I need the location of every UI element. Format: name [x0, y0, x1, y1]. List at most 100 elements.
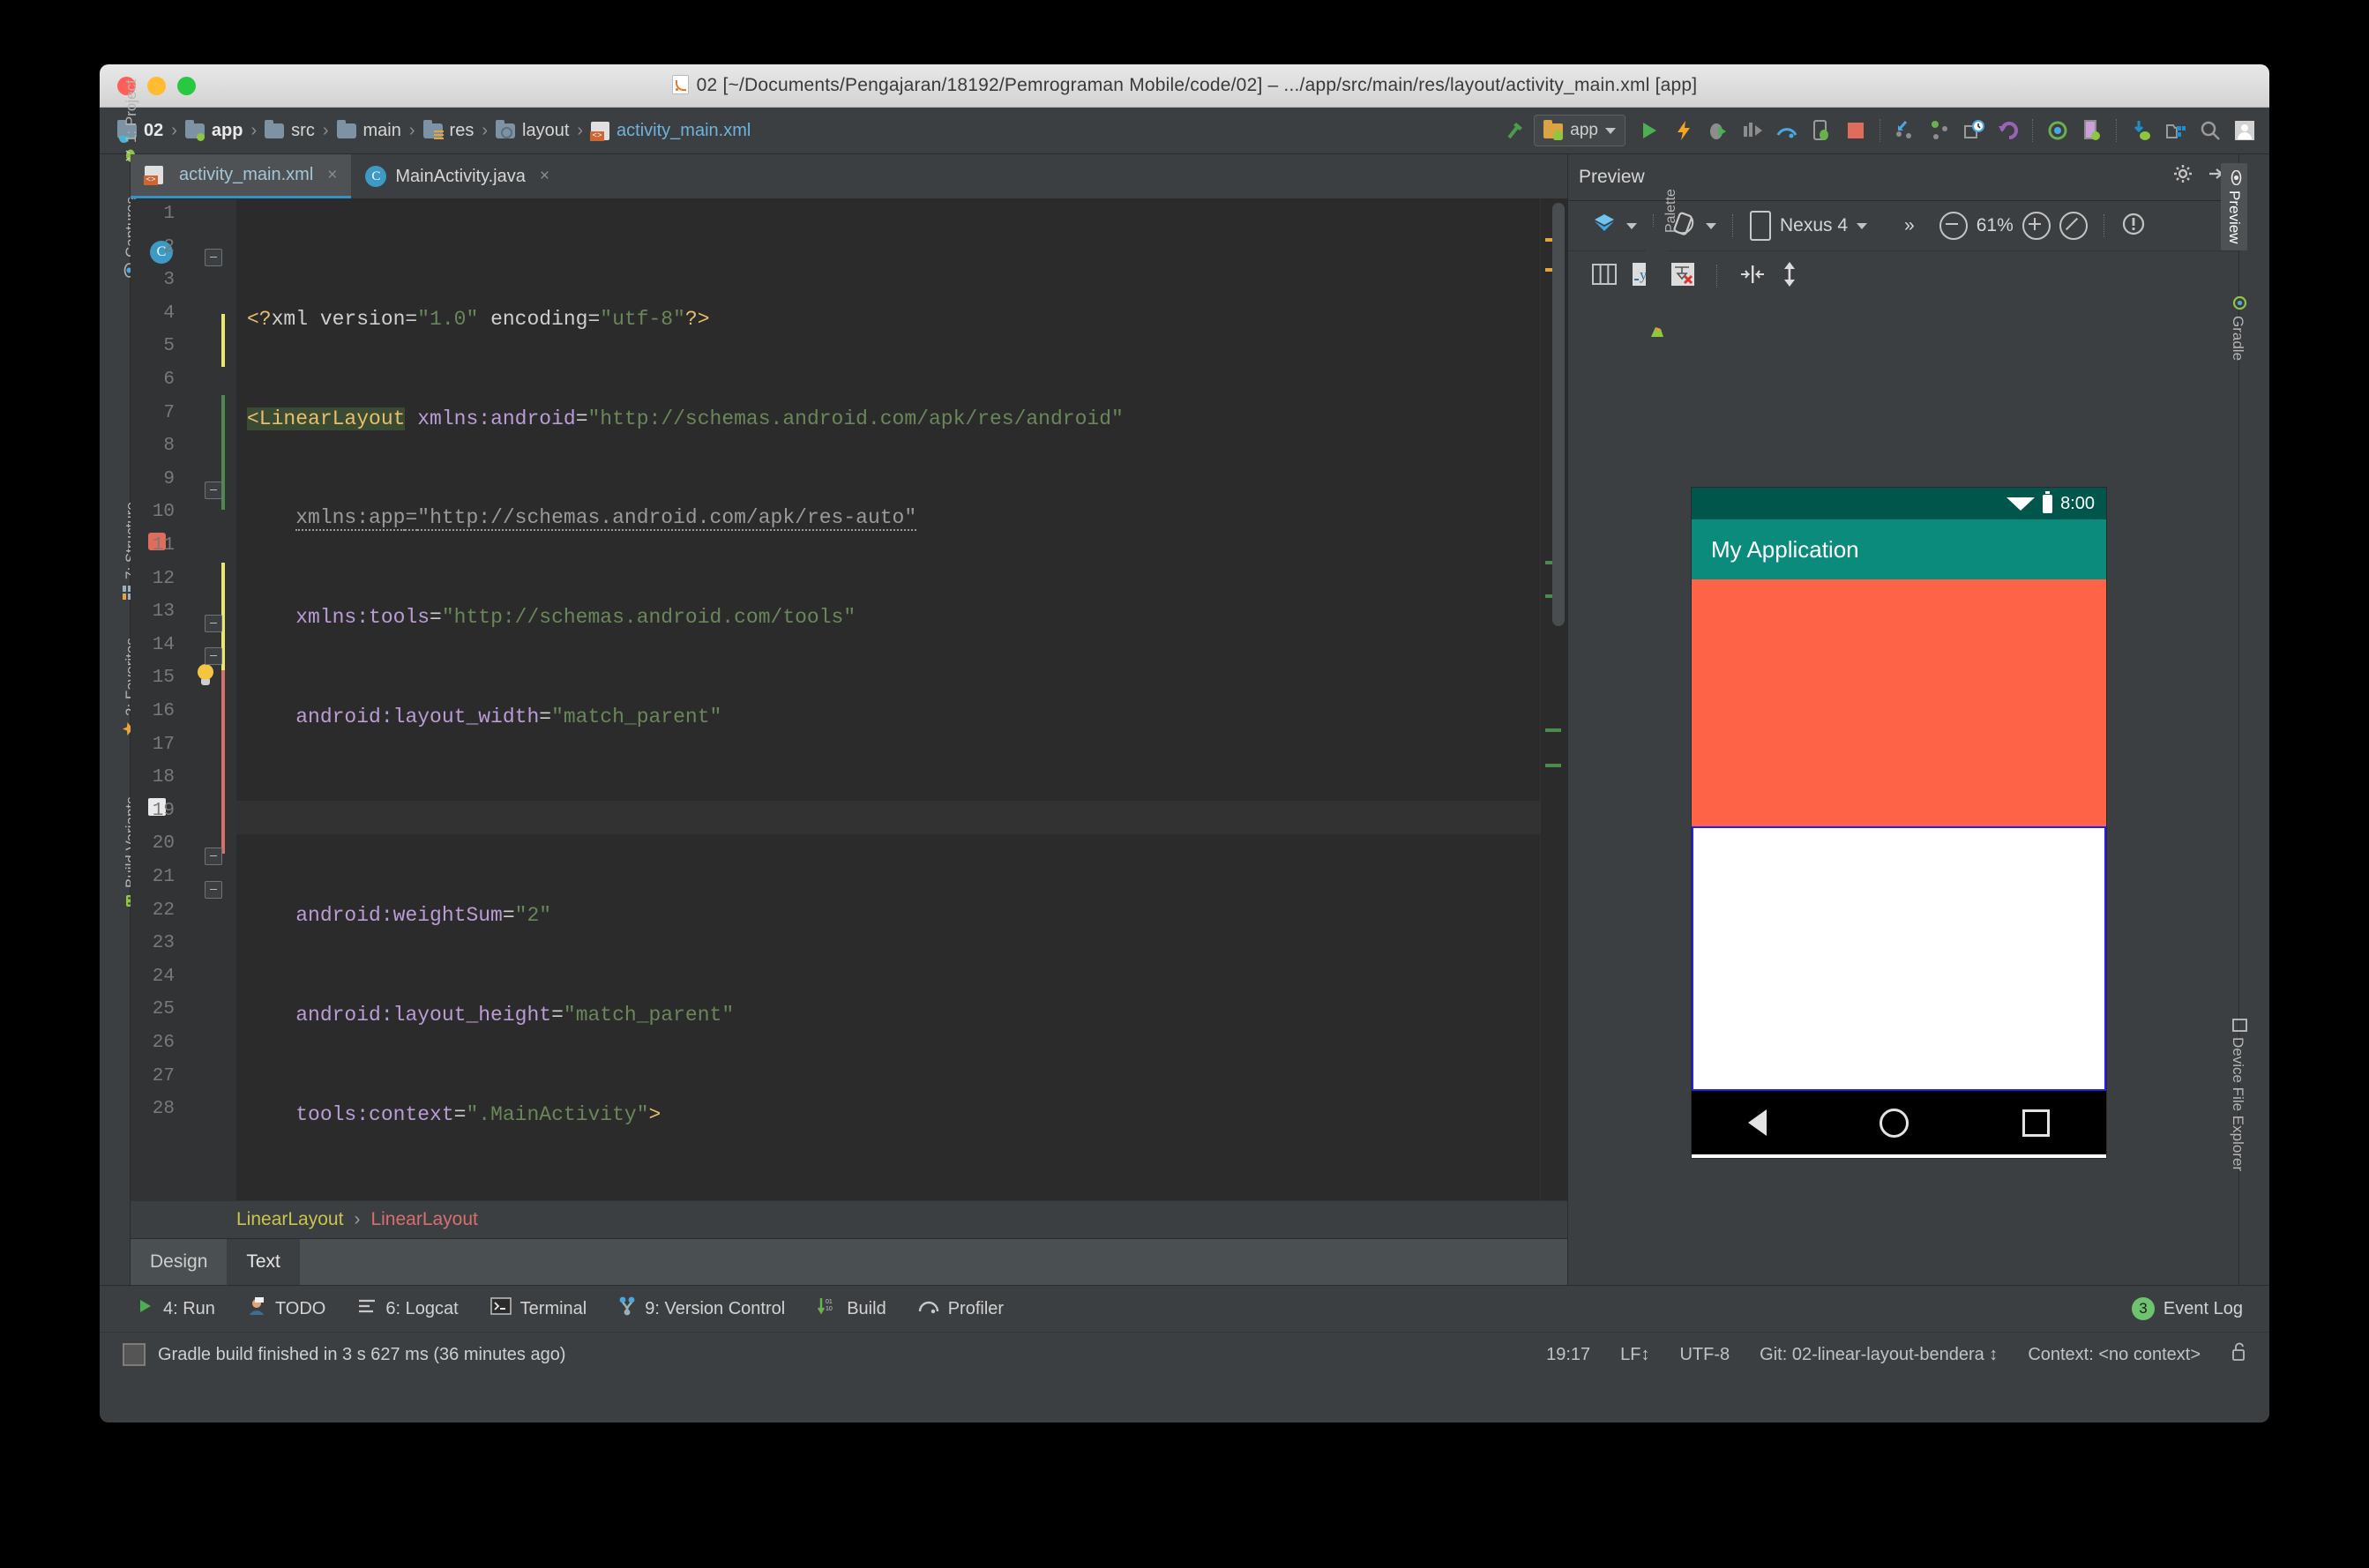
- sidebar-item-project[interactable]: 1: Project: [122, 79, 141, 163]
- run-icon[interactable]: [1633, 115, 1665, 146]
- revert-icon[interactable]: [1992, 115, 2024, 146]
- close-tab-icon[interactable]: ×: [540, 167, 549, 186]
- fold-region-toggle[interactable]: [205, 615, 222, 632]
- run-with-coverage-icon[interactable]: [1737, 115, 1768, 146]
- sidebar-item-device-file-explorer[interactable]: Device File Explorer: [2228, 1019, 2247, 1171]
- settings-gear-icon[interactable]: [2173, 164, 2194, 190]
- bottom-tool-run[interactable]: 4: Run: [137, 1297, 215, 1320]
- back-nav-icon[interactable]: [1748, 1109, 1767, 1136]
- toolbar-divider: [1732, 214, 1734, 237]
- bottom-tool-terminal[interactable]: Terminal: [489, 1297, 587, 1320]
- git-branch-widget[interactable]: Git: 02-linear-layout-bendera ↕: [1760, 1345, 1998, 1365]
- zoom-out-icon[interactable]: [1939, 212, 1968, 240]
- build-hammer-icon[interactable]: [1499, 115, 1531, 146]
- sidebar-item-preview[interactable]: Preview: [2221, 163, 2247, 251]
- fold-region-toggle[interactable]: [205, 482, 222, 499]
- fold-region-toggle[interactable]: [205, 881, 222, 899]
- caret-position[interactable]: 19:17: [1546, 1345, 1590, 1365]
- warnings-icon[interactable]: [2121, 212, 2146, 241]
- tab-text[interactable]: Text: [227, 1239, 300, 1285]
- context-widget[interactable]: Context: <no context>: [2028, 1345, 2201, 1365]
- change-marker[interactable]: [1545, 728, 1561, 732]
- vcs-update-icon[interactable]: [1889, 115, 1921, 146]
- code-line-8: android:layout_height="match_parent": [295, 1004, 735, 1027]
- bottom-tool-build[interactable]: 01 10 Build: [817, 1296, 886, 1321]
- preview-canvas[interactable]: 8:00 My Application: [1568, 301, 2238, 1285]
- editor-tab-mainactivity-java[interactable]: C MainActivity.java ×: [351, 154, 564, 198]
- fold-region-toggle[interactable]: [205, 847, 222, 865]
- editor-scrollbar[interactable]: [1552, 203, 1565, 626]
- home-nav-icon[interactable]: [1880, 1108, 1909, 1138]
- bottom-tool-version-control[interactable]: 9: Version Control: [618, 1296, 785, 1321]
- event-log-button[interactable]: 3 Event Log: [2131, 1297, 2269, 1320]
- run-icon: [137, 1297, 154, 1320]
- breadcrumb-item-main[interactable]: main: [332, 119, 407, 141]
- toolbar-divider: [2103, 214, 2105, 237]
- theme-layers-icon[interactable]: [1591, 211, 1618, 242]
- search-icon[interactable]: [2194, 115, 2226, 146]
- editor-gutter[interactable]: C: [131, 199, 236, 1200]
- breadcrumb-parent[interactable]: LinearLayout: [236, 1209, 343, 1230]
- sidebar-item-gradle[interactable]: Gradle: [2228, 295, 2247, 361]
- code-text[interactable]: <?xml version="1.0" encoding="utf-8"?> <…: [236, 199, 1540, 1200]
- zoom-in-icon[interactable]: [2021, 212, 2051, 240]
- preview-top-pane[interactable]: [1692, 579, 2106, 826]
- sdk-manager-icon[interactable]: [2126, 115, 2157, 146]
- file-encoding[interactable]: UTF-8: [1679, 1345, 1730, 1365]
- device-selector-label[interactable]: Nexus 4: [1780, 215, 1848, 236]
- apply-changes-icon[interactable]: [1668, 115, 1700, 146]
- breadcrumb-item-layout[interactable]: layout: [490, 119, 574, 141]
- preview-bottom-pane[interactable]: [1692, 826, 2106, 1091]
- palette-toolwindow-tab[interactable]: Palette: [1646, 189, 1678, 369]
- code-line-5: android:layout_width="match_parent": [295, 705, 722, 728]
- close-tab-icon[interactable]: ×: [327, 166, 337, 185]
- expand-vertical-icon[interactable]: [1780, 261, 1799, 292]
- profiler-icon[interactable]: [1771, 115, 1803, 146]
- chevron-right-icon: ›: [482, 120, 488, 140]
- attach-debugger-icon[interactable]: [1805, 115, 1837, 146]
- breadcrumb-child[interactable]: LinearLayout: [370, 1209, 477, 1230]
- project-structure-icon[interactable]: [2160, 115, 2192, 146]
- profiler-gauge-icon: [918, 1297, 939, 1320]
- bottom-tool-logcat[interactable]: 6: Logcat: [357, 1297, 459, 1320]
- preview-eye-icon: [2224, 169, 2244, 186]
- chevron-down-icon[interactable]: [1857, 222, 1868, 229]
- device-preview[interactable]: 8:00 My Application: [1692, 488, 2106, 1158]
- zoom-fit-icon[interactable]: [2059, 212, 2088, 240]
- chevron-down-icon[interactable]: [1626, 222, 1637, 229]
- stop-icon[interactable]: [1840, 115, 1872, 146]
- run-configuration-selector[interactable]: app: [1534, 115, 1625, 146]
- clear-constraints-icon[interactable]: [1670, 262, 1695, 291]
- class-initializer-icon[interactable]: C: [150, 241, 173, 264]
- toolbar-overflow-icon[interactable]: »: [1904, 215, 1915, 236]
- columns-icon[interactable]: [1591, 263, 1618, 290]
- line-separator[interactable]: LF↕: [1620, 1345, 1649, 1365]
- avd-manager-icon[interactable]: [2076, 115, 2108, 146]
- editor-marker-strip[interactable]: [1540, 199, 1567, 1200]
- breadcrumb-label: src: [291, 120, 315, 140]
- breadcrumb-item-src[interactable]: src: [259, 119, 320, 141]
- tab-design[interactable]: Design: [131, 1239, 227, 1285]
- breadcrumb-item-app[interactable]: app: [180, 119, 249, 141]
- intention-bulb-icon[interactable]: [194, 664, 217, 687]
- fold-region-toggle[interactable]: [205, 647, 222, 665]
- user-avatar-icon[interactable]: [2229, 115, 2261, 146]
- unlocked-icon[interactable]: [2231, 1342, 2248, 1367]
- breadcrumb-item-file[interactable]: activity_main.xml: [586, 121, 756, 141]
- change-marker[interactable]: [1545, 764, 1561, 767]
- breadcrumb-item-res[interactable]: res: [418, 119, 480, 141]
- chevron-down-icon[interactable]: [1706, 222, 1716, 229]
- memory-indicator[interactable]: [123, 1343, 146, 1366]
- recents-nav-icon[interactable]: [2021, 1109, 2050, 1137]
- debug-icon[interactable]: [1702, 115, 1734, 146]
- fold-region-toggle[interactable]: [205, 249, 222, 266]
- history-icon[interactable]: [1958, 115, 1990, 146]
- editor-tab-activity-main-xml[interactable]: activity_main.xml ×: [131, 154, 352, 198]
- sync-gradle-icon[interactable]: [2042, 115, 2074, 146]
- bottom-tool-profiler[interactable]: Profiler: [918, 1297, 1004, 1320]
- bottom-tool-todo[interactable]: TODO: [247, 1296, 325, 1321]
- center-horizontal-icon[interactable]: [1739, 263, 1766, 290]
- vcs-commit-icon[interactable]: [1924, 115, 1955, 146]
- code-editor[interactable]: C <?xml version="1.0" encoding="utf-8"?>…: [131, 199, 1567, 1200]
- status-time: 8:00: [2060, 493, 2095, 513]
